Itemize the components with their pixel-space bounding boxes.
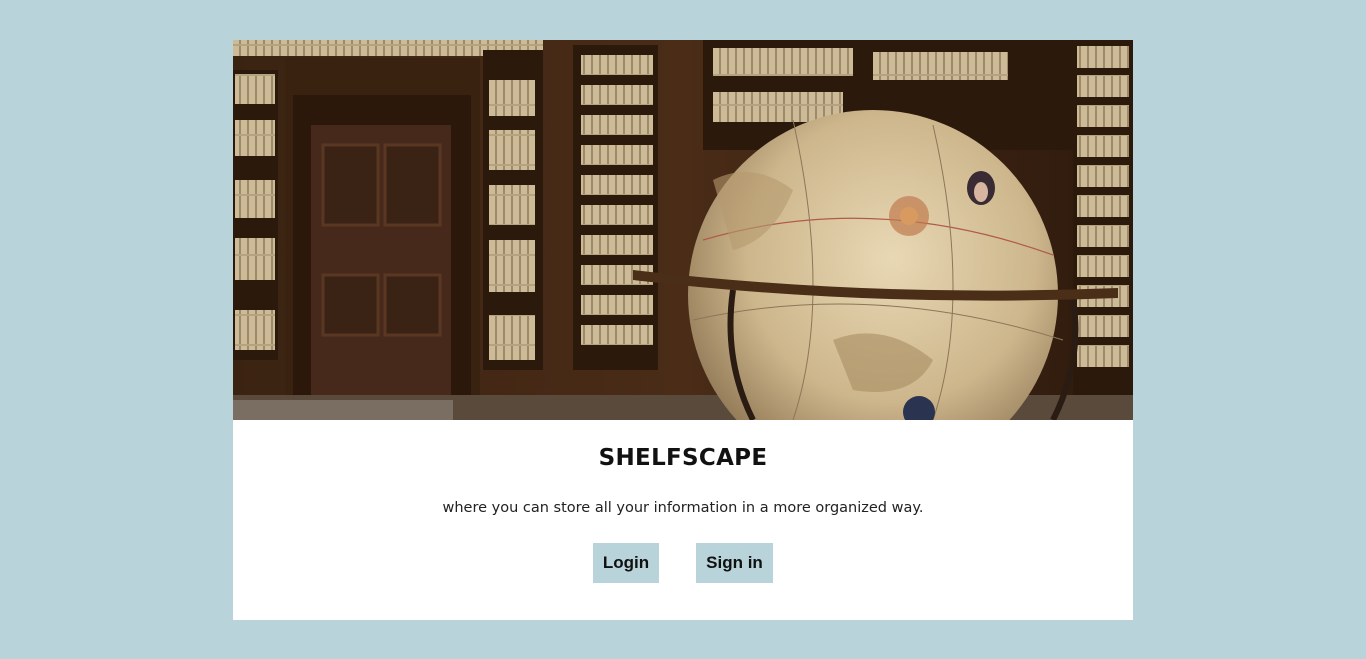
sign-in-button[interactable]: Sign in [696,543,773,583]
hero-image [233,40,1133,420]
app-title: SHELFSCAPE [598,445,768,471]
landing-card: SHELFSCAPE where you can store all your … [233,40,1133,620]
login-button[interactable]: Login [593,543,659,583]
app-tagline: where you can store all your information… [442,500,924,516]
